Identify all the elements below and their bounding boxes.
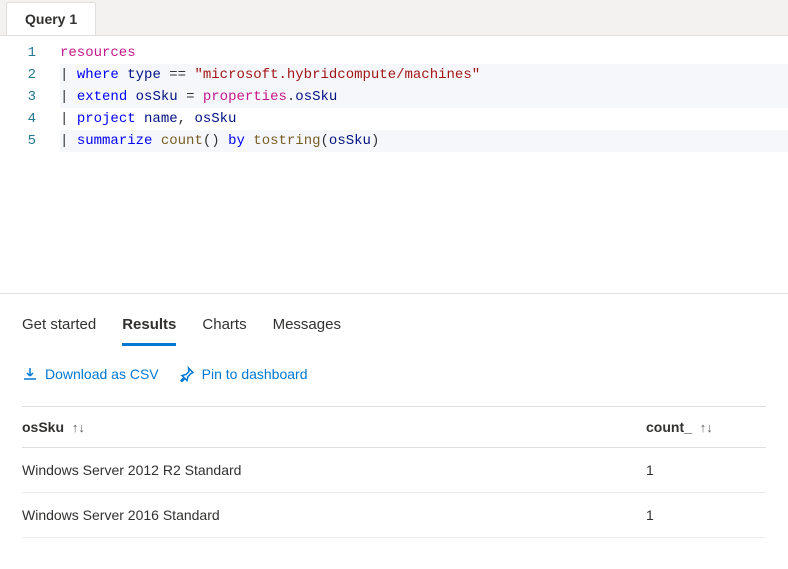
table-row[interactable]: Windows Server 2016 Standard1	[22, 493, 766, 538]
results-tabs: Get started Results Charts Messages	[22, 310, 766, 346]
download-csv-label: Download as CSV	[45, 366, 159, 382]
cell-count: 1	[646, 448, 766, 493]
column-header-count[interactable]: count_ ↑↓	[646, 407, 766, 448]
code-line[interactable]: | where type == "microsoft.hybridcompute…	[60, 64, 788, 86]
editor-gutter: 12345	[0, 42, 50, 293]
line-number: 2	[0, 64, 36, 86]
download-csv-button[interactable]: Download as CSV	[22, 366, 159, 382]
tab-results[interactable]: Results	[122, 310, 176, 346]
results-area: Get started Results Charts Messages Down…	[0, 294, 788, 538]
code-line[interactable]: | summarize count() by tostring(osSku)	[60, 130, 788, 152]
query-editor[interactable]: 12345 resources| where type == "microsof…	[0, 36, 788, 294]
tab-messages[interactable]: Messages	[273, 310, 341, 346]
query-tab[interactable]: Query 1	[6, 2, 96, 35]
code-line[interactable]: | project name, osSku	[60, 108, 788, 130]
column-header-ossku[interactable]: osSku ↑↓	[22, 407, 646, 448]
line-number: 5	[0, 130, 36, 152]
pin-dashboard-label: Pin to dashboard	[202, 366, 308, 382]
results-actions: Download as CSV Pin to dashboard	[22, 366, 766, 382]
tab-get-started[interactable]: Get started	[22, 310, 96, 346]
pin-icon	[179, 366, 195, 382]
query-tab-bar: Query 1	[0, 0, 788, 36]
results-table: osSku ↑↓ count_ ↑↓ Windows Server 2012 R…	[22, 406, 766, 538]
line-number: 4	[0, 108, 36, 130]
sort-icon: ↑↓	[700, 420, 713, 435]
column-header-label: count_	[646, 419, 692, 435]
column-header-label: osSku	[22, 419, 64, 435]
download-icon	[22, 366, 38, 382]
table-body: Windows Server 2012 R2 Standard1Windows …	[22, 448, 766, 538]
code-line[interactable]: resources	[60, 42, 788, 64]
sort-icon: ↑↓	[72, 420, 85, 435]
cell-count: 1	[646, 493, 766, 538]
code-line[interactable]: | extend osSku = properties.osSku	[60, 86, 788, 108]
editor-code[interactable]: resources| where type == "microsoft.hybr…	[50, 42, 788, 293]
tab-charts[interactable]: Charts	[202, 310, 246, 346]
table-row[interactable]: Windows Server 2012 R2 Standard1	[22, 448, 766, 493]
pin-dashboard-button[interactable]: Pin to dashboard	[179, 366, 308, 382]
line-number: 1	[0, 42, 36, 64]
table-header-row: osSku ↑↓ count_ ↑↓	[22, 407, 766, 448]
cell-ossku: Windows Server 2012 R2 Standard	[22, 448, 646, 493]
line-number: 3	[0, 86, 36, 108]
cell-ossku: Windows Server 2016 Standard	[22, 493, 646, 538]
